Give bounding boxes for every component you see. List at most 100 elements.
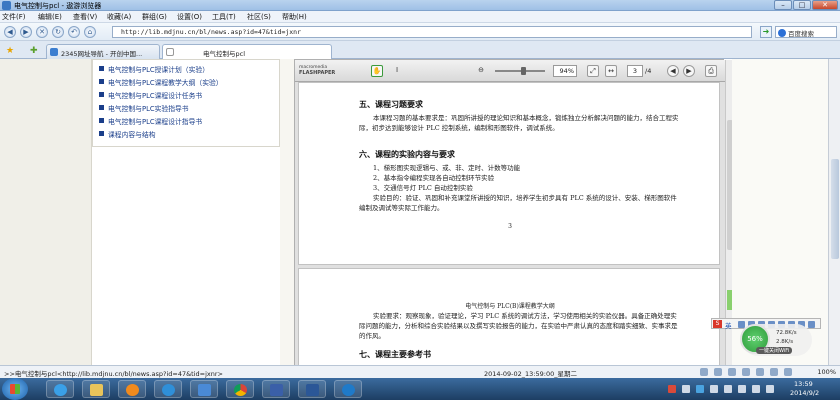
back-icon[interactable]: ◀ <box>4 26 16 38</box>
taskbar-explorer[interactable] <box>82 380 110 398</box>
prev-page-icon[interactable]: ◀ <box>667 65 679 77</box>
app-icon <box>270 384 283 396</box>
page-scroll-thumb[interactable] <box>831 159 839 259</box>
status-bar: >>电气控制与pcl<http://lib.mdjnu.cn/bl/news.a… <box>0 365 840 378</box>
star-icon[interactable]: ★ <box>6 46 16 56</box>
fullscreen-icon[interactable] <box>784 368 792 376</box>
minimize-button[interactable]: – <box>774 0 792 10</box>
taskbar-ie[interactable] <box>46 380 74 398</box>
menu-community[interactable]: 社区(S) <box>247 12 271 22</box>
fit-width-icon[interactable]: ↔ <box>605 65 617 77</box>
bullet-icon <box>99 79 104 84</box>
menu-settings[interactable]: 设置(O) <box>177 12 202 22</box>
site-favicon-icon <box>50 48 58 56</box>
page-scrollbar[interactable] <box>828 59 840 365</box>
network-tray-icon[interactable] <box>752 385 760 393</box>
undo-close-icon[interactable]: ↶ <box>68 26 80 38</box>
hand-tool-icon[interactable]: ✋ <box>371 65 383 77</box>
text-select-icon[interactable]: I <box>391 65 403 77</box>
section-heading-7: 七、课程主要参考书 <box>359 349 431 359</box>
section-text-6-requirements: 实验要求：观察现象，验证理论，学习 PLC 系统的调试方法，学习使用相关的实验仪… <box>359 312 678 340</box>
menu-groups[interactable]: 群组(G) <box>142 12 167 22</box>
next-page-icon[interactable]: ▶ <box>683 65 695 77</box>
zoom-slider[interactable] <box>495 70 545 72</box>
menu-help[interactable]: 帮助(H) <box>282 12 307 22</box>
antivirus-icon[interactable] <box>668 385 676 393</box>
fit-page-icon[interactable]: ⤢ <box>587 65 599 77</box>
address-bar[interactable]: http://lib.mdjnu.cn/bl/news.asp?id=47&ti… <box>112 26 752 38</box>
sogou-tray-icon[interactable] <box>696 385 704 393</box>
experiment-item-1: 1、梯形图实现逻辑与、或、非、定时、计数等功能 <box>373 164 521 172</box>
maxthon-icon <box>198 384 211 396</box>
section-heading-5: 五、课程习题要求 <box>359 99 423 109</box>
screenshot-icon[interactable] <box>728 368 736 376</box>
title-bar: 电气控制与pcl - 遨游浏览器 – □ ✕ <box>0 0 840 11</box>
course-link-item[interactable]: 课程内容与结构 <box>99 129 156 141</box>
status-zoom[interactable]: 100% <box>817 368 836 376</box>
ime-language[interactable]: 英 <box>725 320 732 330</box>
menu-edit[interactable]: 编辑(E) <box>38 12 62 22</box>
download-icon[interactable] <box>700 368 708 376</box>
close-button[interactable]: ✕ <box>812 0 838 10</box>
tab-electrical-control[interactable]: 电气控制与pcl <box>162 44 332 60</box>
taskbar-media[interactable] <box>118 380 146 398</box>
menu-favorites[interactable]: 收藏(A) <box>107 12 131 22</box>
course-link-item[interactable]: 电气控制与PLC课程教学大纲（实验） <box>99 77 223 89</box>
keyboard-tray-icon[interactable] <box>710 385 718 393</box>
bullet-icon <box>99 105 104 110</box>
wifi-off-button[interactable]: 一键关闭WiFi <box>756 347 793 354</box>
sogou-icon[interactable]: S <box>713 320 722 328</box>
course-link-item[interactable]: 电气控制与PLC授课计划（实验） <box>99 64 209 76</box>
taskbar-browser-2[interactable] <box>154 380 182 398</box>
taskbar-chrome[interactable] <box>226 380 254 398</box>
menu-file[interactable]: 文件(F) <box>2 12 26 22</box>
search-input[interactable]: 百度搜索 <box>775 26 837 38</box>
document-page-4: 电气控制与 PLC(B)课程教学大纲 实验要求：观察现象，验证理论，学习 PLC… <box>298 268 720 366</box>
taskbar-word[interactable] <box>298 380 326 398</box>
download-speed: 2.8K/s <box>776 339 794 345</box>
zoom-slider-thumb[interactable] <box>521 67 526 75</box>
window-title: 电气控制与pcl - 遨游浏览器 <box>14 2 102 10</box>
volume-icon[interactable] <box>766 385 774 393</box>
course-link-item[interactable]: 电气控制与PLC实验指导书 <box>99 103 189 115</box>
page-icon <box>166 48 174 56</box>
clock-time[interactable]: 13:59 <box>794 380 813 388</box>
home-icon[interactable]: ⌂ <box>84 26 96 38</box>
menu-tools[interactable]: 工具(T) <box>212 12 236 22</box>
start-button[interactable] <box>2 378 28 400</box>
refresh-icon[interactable]: ↻ <box>52 26 64 38</box>
security-icon[interactable] <box>756 368 764 376</box>
taskbar-maxthon[interactable] <box>190 380 218 398</box>
bullet-icon <box>99 92 104 97</box>
stop-icon[interactable]: ✕ <box>36 26 48 38</box>
go-icon[interactable]: ➜ <box>760 26 772 38</box>
page-number-input[interactable]: 3 <box>627 65 643 77</box>
zoom-percent[interactable]: 94% <box>553 65 577 77</box>
forward-icon[interactable]: ▶ <box>20 26 32 38</box>
maximize-button[interactable]: □ <box>793 0 811 10</box>
tray-expand-icon[interactable] <box>682 385 690 393</box>
course-link-item[interactable]: 电气控制与PLC课程设计任务书 <box>99 90 202 102</box>
night-mode-icon[interactable] <box>770 368 778 376</box>
section-text-5: 本课程习题的基本要求是：巩固所讲授的理论知识和基本概念，锻炼独立分析解决问题的能… <box>359 114 679 132</box>
zoom-out-icon[interactable]: ⊖ <box>475 65 487 77</box>
clock-date[interactable]: 2014/9/2 <box>790 389 819 397</box>
plugin-icon[interactable] <box>714 368 722 376</box>
taskbar-qq[interactable] <box>334 380 362 398</box>
upload-speed: 72.8K/s <box>776 330 797 336</box>
menu-view[interactable]: 查看(V) <box>73 12 97 22</box>
flag-tray-icon[interactable] <box>738 385 746 393</box>
baidu-icon <box>778 29 786 37</box>
experiment-item-2: 2、基本指令编程实现各自动控制环节实验 <box>373 174 495 182</box>
settings-icon[interactable] <box>808 321 815 328</box>
status-datetime: 2014-09-02_13:59:00_星期二 <box>484 370 577 378</box>
chrome-icon <box>234 384 247 396</box>
flashpaper-viewer: macromedia FLASHPAPER ✋ I ⊖ 94% ⤢ ↔ 3 /4… <box>294 59 733 366</box>
mute-icon[interactable] <box>742 368 750 376</box>
favorites-add-icon[interactable]: ✚ <box>30 46 40 56</box>
course-link-item[interactable]: 电气控制与PLC课程设计指导书 <box>99 116 202 128</box>
help-tray-icon[interactable] <box>724 385 732 393</box>
taskbar-app[interactable] <box>262 380 290 398</box>
tab-2345-navigation[interactable]: 2345网址导航 - 开创中国... <box>46 44 160 59</box>
print-icon[interactable]: ⎙ <box>705 65 717 77</box>
